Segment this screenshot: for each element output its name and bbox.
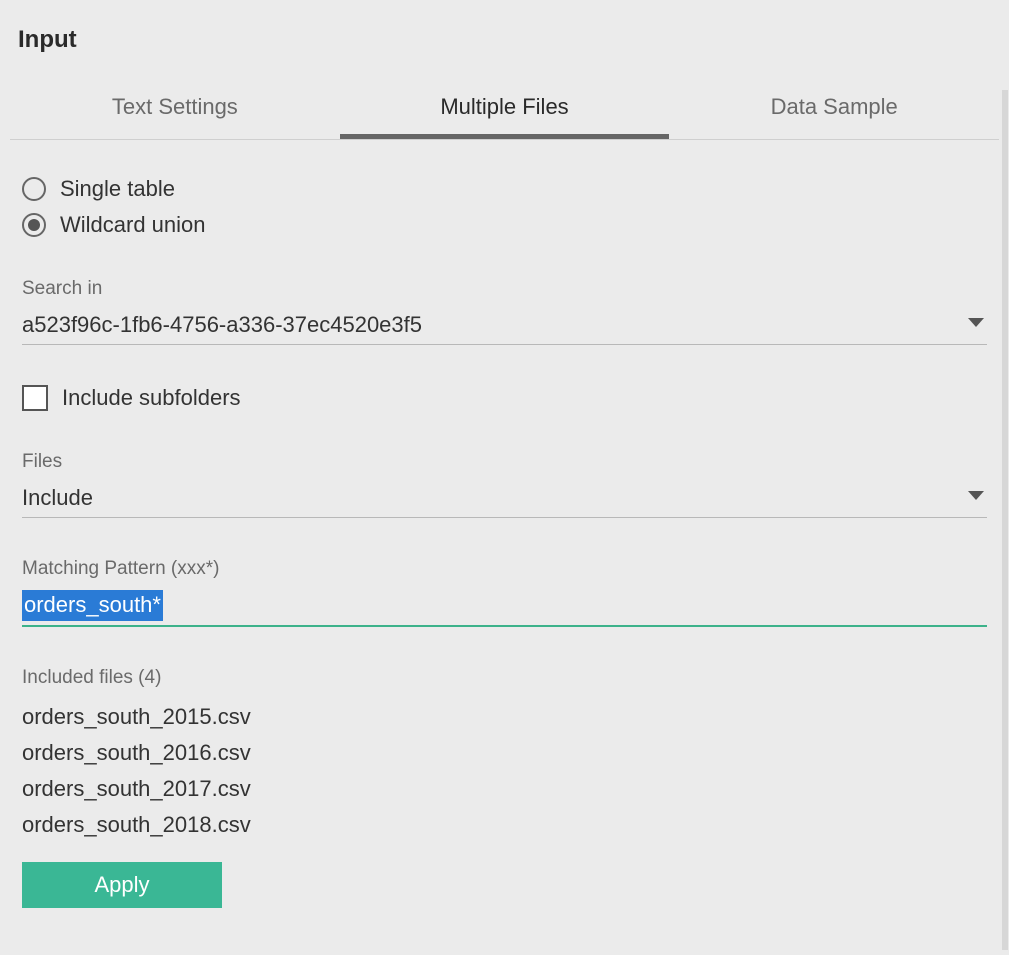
radio-wildcard-union[interactable]: Wildcard union: [22, 212, 987, 238]
tab-multiple-files[interactable]: Multiple Files: [340, 82, 670, 139]
tabs-row: Text Settings Multiple Files Data Sample: [10, 82, 999, 140]
radio-label: Single table: [60, 176, 175, 202]
search-in-value: a523f96c-1fb6-4756-a336-37ec4520e3f5: [22, 312, 422, 338]
list-item: orders_south_2018.csv: [22, 807, 987, 843]
radio-single-table[interactable]: Single table: [22, 176, 987, 202]
included-files-group: Included files (4) orders_south_2015.csv…: [22, 667, 987, 908]
matching-pattern-value: orders_south*: [22, 590, 163, 621]
search-in-label: Search in: [22, 278, 987, 300]
files-filter-label: Files: [22, 451, 987, 473]
include-subfolders-label: Include subfolders: [62, 385, 241, 411]
tab-text-settings[interactable]: Text Settings: [10, 82, 340, 139]
tab-data-sample[interactable]: Data Sample: [669, 82, 999, 139]
files-filter-group: Files Include: [22, 451, 987, 518]
panel-title: Input: [0, 0, 1009, 54]
matching-pattern-group: Matching Pattern (xxx*) orders_south*: [22, 558, 987, 627]
included-files-list: orders_south_2015.csv orders_south_2016.…: [22, 699, 987, 844]
checkbox-icon: [22, 385, 48, 411]
list-item: orders_south_2016.csv: [22, 735, 987, 771]
radio-icon: [22, 177, 46, 201]
radio-label: Wildcard union: [60, 212, 206, 238]
files-filter-dropdown[interactable]: Include: [22, 483, 987, 518]
scrollbar[interactable]: [1002, 90, 1008, 950]
chevron-down-icon: [967, 316, 985, 334]
search-in-group: Search in a523f96c-1fb6-4756-a336-37ec45…: [22, 278, 987, 345]
tab-content: Single table Wildcard union Search in a5…: [0, 140, 1009, 908]
radio-icon: [22, 213, 46, 237]
search-in-dropdown[interactable]: a523f96c-1fb6-4756-a336-37ec4520e3f5: [22, 310, 987, 345]
chevron-down-icon: [967, 489, 985, 507]
included-files-label: Included files (4): [22, 667, 987, 689]
list-item: orders_south_2017.csv: [22, 771, 987, 807]
matching-pattern-label: Matching Pattern (xxx*): [22, 558, 987, 580]
include-subfolders-checkbox[interactable]: Include subfolders: [22, 385, 987, 411]
apply-button[interactable]: Apply: [22, 862, 222, 908]
matching-pattern-input[interactable]: orders_south*: [22, 590, 987, 627]
list-item: orders_south_2015.csv: [22, 699, 987, 735]
files-filter-value: Include: [22, 485, 93, 511]
